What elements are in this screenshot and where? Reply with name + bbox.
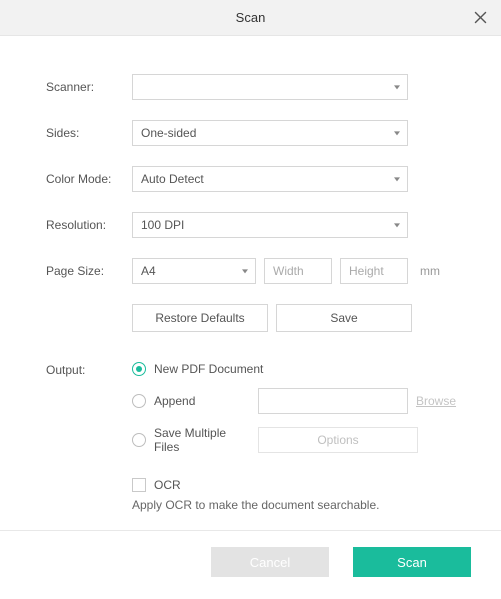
chevron-down-icon	[394, 131, 400, 135]
resolution-select[interactable]: 100 DPI	[132, 212, 408, 238]
ocr-checkbox[interactable]	[132, 478, 146, 492]
save-button[interactable]: Save	[276, 304, 412, 332]
output-append-label: Append	[154, 394, 250, 408]
close-button[interactable]	[471, 9, 489, 27]
page-size-select[interactable]: A4	[132, 258, 256, 284]
dialog-content: Scanner: Sides: One-sided Color Mode: Au…	[0, 36, 501, 522]
scan-button[interactable]: Scan	[353, 547, 471, 577]
resolution-label: Resolution:	[46, 218, 132, 232]
color-mode-select[interactable]: Auto Detect	[132, 166, 408, 192]
append-file-input[interactable]	[258, 388, 408, 414]
chevron-down-icon	[394, 177, 400, 181]
output-label: Output:	[46, 362, 132, 377]
chevron-down-icon	[394, 223, 400, 227]
sides-select[interactable]: One-sided	[132, 120, 408, 146]
output-multiple-label: Save Multiple Files	[154, 426, 250, 454]
titlebar: Scan	[0, 0, 501, 36]
page-height-input[interactable]: Height	[340, 258, 408, 284]
page-width-input[interactable]: Width	[264, 258, 332, 284]
page-size-unit: mm	[420, 264, 440, 278]
ocr-label: OCR	[154, 478, 181, 492]
scanner-label: Scanner:	[46, 80, 132, 94]
close-icon	[474, 11, 487, 24]
scanner-select[interactable]	[132, 74, 408, 100]
restore-defaults-button[interactable]: Restore Defaults	[132, 304, 268, 332]
sides-label: Sides:	[46, 126, 132, 140]
output-radio-multiple[interactable]	[132, 433, 146, 447]
chevron-down-icon	[242, 269, 248, 273]
cancel-button[interactable]: Cancel	[211, 547, 329, 577]
sides-value: One-sided	[141, 126, 196, 140]
browse-link[interactable]: Browse	[416, 394, 456, 408]
output-new-pdf-label: New PDF Document	[154, 362, 263, 376]
ocr-hint: Apply OCR to make the document searchabl…	[132, 498, 461, 512]
dialog-title: Scan	[236, 10, 266, 25]
color-mode-label: Color Mode:	[46, 172, 132, 186]
page-size-value: A4	[141, 264, 156, 278]
color-mode-value: Auto Detect	[141, 172, 204, 186]
output-radio-append[interactable]	[132, 394, 146, 408]
resolution-value: 100 DPI	[141, 218, 184, 232]
dialog-footer: Cancel Scan	[0, 530, 501, 599]
options-button[interactable]: Options	[258, 427, 418, 453]
output-radio-new-pdf[interactable]	[132, 362, 146, 376]
page-height-placeholder: Height	[349, 264, 384, 278]
page-size-label: Page Size:	[46, 264, 132, 278]
page-width-placeholder: Width	[273, 264, 304, 278]
chevron-down-icon	[394, 85, 400, 89]
